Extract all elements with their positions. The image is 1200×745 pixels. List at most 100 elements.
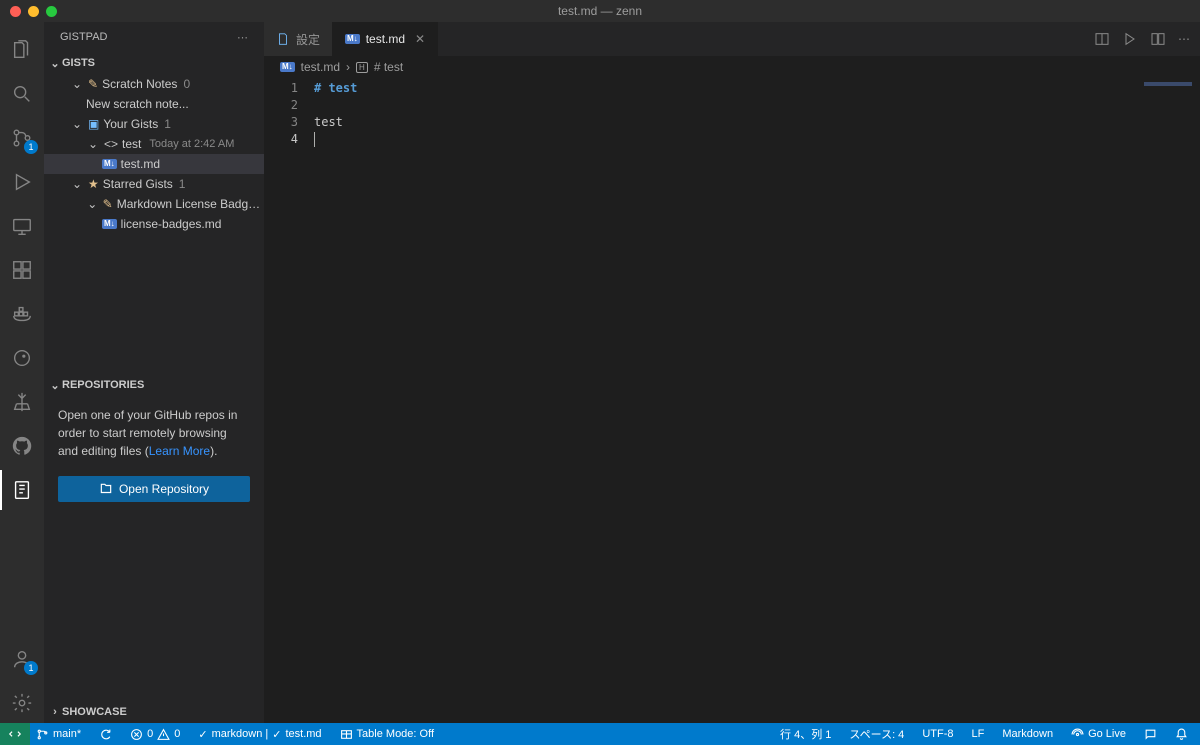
feedback-icon[interactable]	[1140, 723, 1161, 745]
file-icon	[276, 32, 290, 46]
new-scratch-note[interactable]: New scratch note...	[44, 94, 264, 114]
warning-count: 0	[174, 728, 180, 740]
search-icon[interactable]	[0, 74, 44, 114]
starred-gists-folder[interactable]: ⌄ ★ Starred Gists 1	[44, 174, 264, 194]
window-controls	[0, 6, 57, 17]
problems[interactable]: 0 0	[126, 723, 184, 745]
breadcrumb[interactable]: M↓ test.md › H # test	[264, 56, 1200, 78]
remote-indicator[interactable]	[0, 723, 30, 745]
activity-bar: 1 1	[0, 22, 44, 723]
table-mode-label: Table Mode: Off	[357, 728, 434, 740]
chevron-right-icon: ›	[346, 60, 350, 74]
go-live[interactable]: Go Live	[1067, 723, 1130, 745]
eol[interactable]: LF	[967, 723, 988, 745]
section-gists-label: GISTS	[62, 57, 95, 69]
close-tab-icon[interactable]: ✕	[415, 32, 425, 46]
run-icon[interactable]	[1122, 31, 1138, 47]
sync-button[interactable]	[95, 723, 116, 745]
docker-icon[interactable]	[0, 294, 44, 334]
open-repository-label: Open Repository	[119, 482, 209, 496]
editor-area: 設定 M↓ test.md ✕ ⋯ M↓ test.md › H # test	[264, 22, 1200, 723]
gist-file-test-md[interactable]: M↓ test.md	[44, 154, 264, 174]
line-number: 4	[264, 131, 298, 148]
breadcrumb-file[interactable]: test.md	[301, 60, 340, 74]
settings-gear-icon[interactable]	[0, 683, 44, 723]
branch-icon	[36, 728, 49, 741]
line-number-gutter: 1 2 3 4	[264, 78, 314, 723]
lncol-label: 行 4、列 1	[780, 726, 831, 742]
code-content[interactable]: # test test	[314, 78, 357, 723]
code-line: test	[314, 115, 343, 129]
go-live-label: Go Live	[1088, 728, 1126, 740]
prettier-file: test.md	[285, 728, 321, 740]
book-icon: ▣	[88, 117, 99, 131]
more-icon[interactable]: ⋯	[237, 31, 248, 44]
deno-icon[interactable]	[0, 338, 44, 378]
tab-bar: 設定 M↓ test.md ✕ ⋯	[264, 22, 1200, 56]
github-icon[interactable]	[0, 426, 44, 466]
chevron-right-icon: ›	[48, 706, 62, 718]
sidebar: GISTPAD ⋯ ⌄ GISTS ⌄ ✎ Scratch Notes 0 Ne…	[44, 22, 264, 723]
explorer-icon[interactable]	[0, 30, 44, 70]
learn-more-link[interactable]: Learn More	[149, 444, 210, 458]
pencil-icon: ✎	[88, 77, 98, 91]
section-showcase[interactable]: › SHOWCASE	[44, 701, 264, 723]
starred-count: 1	[179, 177, 186, 191]
source-control-icon[interactable]: 1	[0, 118, 44, 158]
pencil-icon: ✎	[103, 197, 113, 211]
starred-gist-name: Markdown License Badges f…	[117, 197, 264, 211]
tab-settings[interactable]: 設定	[264, 22, 333, 56]
your-gists-label: Your Gists	[103, 117, 158, 131]
remote-explorer-icon[interactable]	[0, 206, 44, 246]
starred-gist-file[interactable]: M↓ license-badges.md	[44, 214, 264, 234]
run-debug-icon[interactable]	[0, 162, 44, 202]
repositories-message: Open one of your GitHub repos in order t…	[44, 396, 264, 470]
notifications-icon[interactable]	[1171, 723, 1192, 745]
section-repositories[interactable]: ⌄ REPOSITORIES	[44, 374, 264, 396]
minimize-window-button[interactable]	[28, 6, 39, 17]
your-gists-folder[interactable]: ⌄ ▣ Your Gists 1	[44, 114, 264, 134]
table-mode[interactable]: Table Mode: Off	[336, 723, 438, 745]
encoding[interactable]: UTF-8	[918, 723, 957, 745]
chevron-down-icon: ⌄	[48, 379, 62, 392]
accounts-icon[interactable]: 1	[0, 639, 44, 679]
code-icon: <>	[104, 137, 118, 151]
markdown-icon: M↓	[345, 34, 360, 44]
git-branch[interactable]: main*	[32, 723, 85, 745]
indentation[interactable]: スペース: 4	[845, 723, 908, 745]
gist-name: test	[122, 137, 141, 151]
editor-actions: ⋯	[1094, 22, 1200, 56]
open-repository-button[interactable]: Open Repository	[58, 476, 250, 502]
close-window-button[interactable]	[10, 6, 21, 17]
minimap[interactable]	[1104, 78, 1200, 138]
tab-test-md[interactable]: M↓ test.md ✕	[333, 22, 438, 56]
breadcrumb-symbol[interactable]: # test	[374, 60, 403, 74]
line-number: 1	[264, 80, 298, 97]
section-showcase-label: SHOWCASE	[62, 706, 127, 718]
tab-settings-label: 設定	[296, 31, 320, 48]
eol-label: LF	[971, 728, 984, 740]
scm-badge: 1	[24, 140, 38, 154]
zoom-window-button[interactable]	[46, 6, 57, 17]
encoding-label: UTF-8	[922, 728, 953, 740]
scratch-notes-folder[interactable]: ⌄ ✎ Scratch Notes 0	[44, 74, 264, 94]
gist-item-test[interactable]: ⌄ <> test Today at 2:42 AM	[44, 134, 264, 154]
sidebar-title-label: GISTPAD	[60, 31, 107, 43]
language-mode[interactable]: Markdown	[998, 723, 1057, 745]
split-editor-icon[interactable]	[1150, 31, 1166, 47]
sync-icon	[99, 728, 112, 741]
your-gists-count: 1	[164, 117, 171, 131]
chevron-down-icon: ⌄	[70, 77, 84, 91]
title-bar: test.md — zenn	[0, 0, 1200, 22]
prettier-status[interactable]: ✓ markdown | ✓ test.md	[194, 723, 325, 745]
more-actions-icon[interactable]: ⋯	[1178, 32, 1190, 46]
warning-icon	[157, 728, 170, 741]
cursor-position[interactable]: 行 4、列 1	[776, 723, 835, 745]
extensions-icon[interactable]	[0, 250, 44, 290]
starred-gist-item[interactable]: ⌄ ✎ Markdown License Badges f…	[44, 194, 264, 214]
section-gists[interactable]: ⌄ GISTS	[44, 52, 264, 74]
tree-icon[interactable]	[0, 382, 44, 422]
open-preview-icon[interactable]	[1094, 31, 1110, 47]
gistpad-icon[interactable]	[0, 470, 44, 510]
editor-body[interactable]: 1 2 3 4 # test test	[264, 78, 1200, 723]
